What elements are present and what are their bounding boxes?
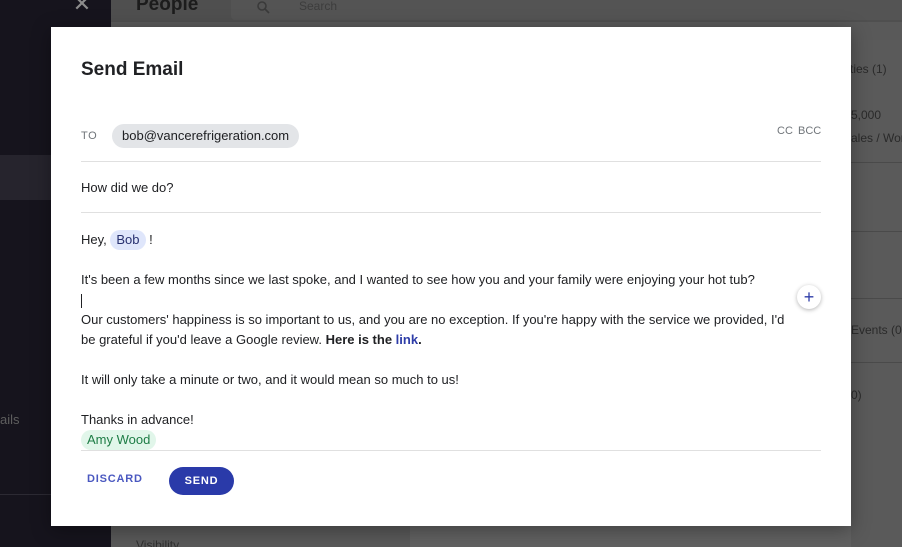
search-placeholder: Search bbox=[299, 0, 338, 13]
recipient-chip[interactable]: bob@vancerefrigeration.com bbox=[112, 124, 300, 148]
greeting-line: Hey, Bob ! bbox=[81, 230, 786, 250]
first-name-variable-chip[interactable]: Bob bbox=[110, 230, 146, 250]
insert-variable-button[interactable]: + bbox=[797, 285, 821, 309]
send-button[interactable]: SEND bbox=[169, 467, 234, 495]
panel-divider bbox=[851, 162, 902, 163]
email-body-editor[interactable]: Hey, Bob ! It's been a few months since … bbox=[81, 230, 786, 450]
panel-divider bbox=[851, 298, 902, 299]
paragraph-2-text: Our customers' happiness is so important… bbox=[81, 312, 785, 347]
bcc-button[interactable]: BCC bbox=[798, 125, 821, 137]
to-label: TO bbox=[81, 130, 98, 142]
text-cursor bbox=[81, 293, 82, 308]
divider bbox=[81, 450, 821, 451]
sidebar-item-label: ails bbox=[0, 412, 20, 427]
send-email-dialog: Send Email TO bob@vancerefrigeration.com… bbox=[51, 27, 851, 526]
paragraph-2-end: . bbox=[418, 332, 422, 347]
count-label: 0) bbox=[851, 388, 862, 402]
subject-field[interactable]: How did we do? bbox=[81, 180, 174, 195]
panel-divider bbox=[851, 362, 902, 363]
cursor-line bbox=[81, 290, 786, 310]
deal-value: 5,000 bbox=[851, 108, 882, 122]
sender-name-variable-chip[interactable]: Amy Wood bbox=[81, 430, 157, 450]
discard-button[interactable]: DISCARD bbox=[87, 473, 143, 485]
page-title: People bbox=[136, 0, 199, 15]
body-paragraph-3: It will only take a minute or two, and i… bbox=[81, 372, 459, 387]
review-link[interactable]: link bbox=[396, 332, 418, 347]
divider bbox=[81, 161, 821, 162]
visibility-label: Visibility bbox=[136, 538, 180, 547]
events-label: Events (0 bbox=[851, 323, 902, 337]
search-icon bbox=[257, 1, 270, 14]
activities-label: ties (1) bbox=[850, 62, 887, 76]
body-paragraph-2: Our customers' happiness is so important… bbox=[81, 310, 786, 350]
close-icon[interactable]: ✕ bbox=[72, 0, 92, 15]
signature-line: Amy Wood bbox=[81, 430, 786, 450]
panel-divider bbox=[851, 231, 902, 232]
paragraph-2-bold: Here is the bbox=[325, 332, 396, 347]
dialog-title: Send Email bbox=[81, 59, 184, 80]
divider bbox=[81, 212, 821, 213]
body-paragraph-1: It's been a few months since we last spo… bbox=[81, 272, 755, 287]
deal-stage: ales / Wor bbox=[851, 131, 902, 145]
recipient-row: TO bob@vancerefrigeration.com CC BCC bbox=[81, 121, 821, 161]
background-card bbox=[410, 526, 851, 547]
cc-button[interactable]: CC bbox=[777, 125, 793, 137]
greeting-prefix: Hey, bbox=[81, 232, 111, 247]
signoff-line: Thanks in advance! bbox=[81, 412, 194, 427]
greeting-suffix: ! bbox=[145, 232, 153, 247]
